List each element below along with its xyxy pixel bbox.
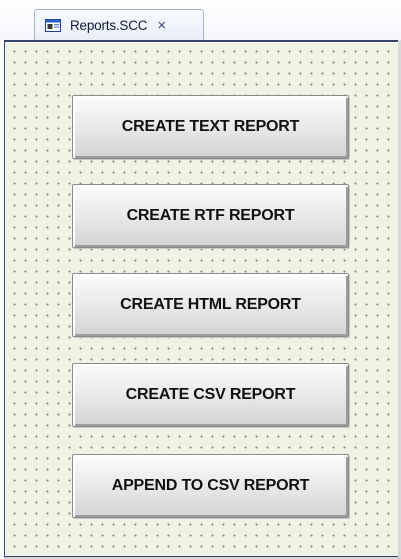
create-csv-report-button[interactable]: CREATE CSV REPORT xyxy=(72,363,349,427)
append-to-csv-report-button[interactable]: APPEND TO CSV REPORT xyxy=(72,454,349,518)
tab-strip: Reports.SCC × xyxy=(0,0,401,40)
create-text-report-button[interactable]: CREATE TEXT REPORT xyxy=(72,95,349,159)
tab-title: Reports.SCC xyxy=(70,17,148,33)
create-html-report-button[interactable]: CREATE HTML REPORT xyxy=(72,273,349,337)
editor-window: Reports.SCC × CREATE TEXT REPORT CREATE … xyxy=(0,0,401,559)
create-rtf-report-button[interactable]: CREATE RTF REPORT xyxy=(72,184,349,248)
close-icon[interactable]: × xyxy=(157,18,166,33)
screen-document-icon xyxy=(45,18,61,32)
tab-reports-scc[interactable]: Reports.SCC × xyxy=(34,9,204,40)
